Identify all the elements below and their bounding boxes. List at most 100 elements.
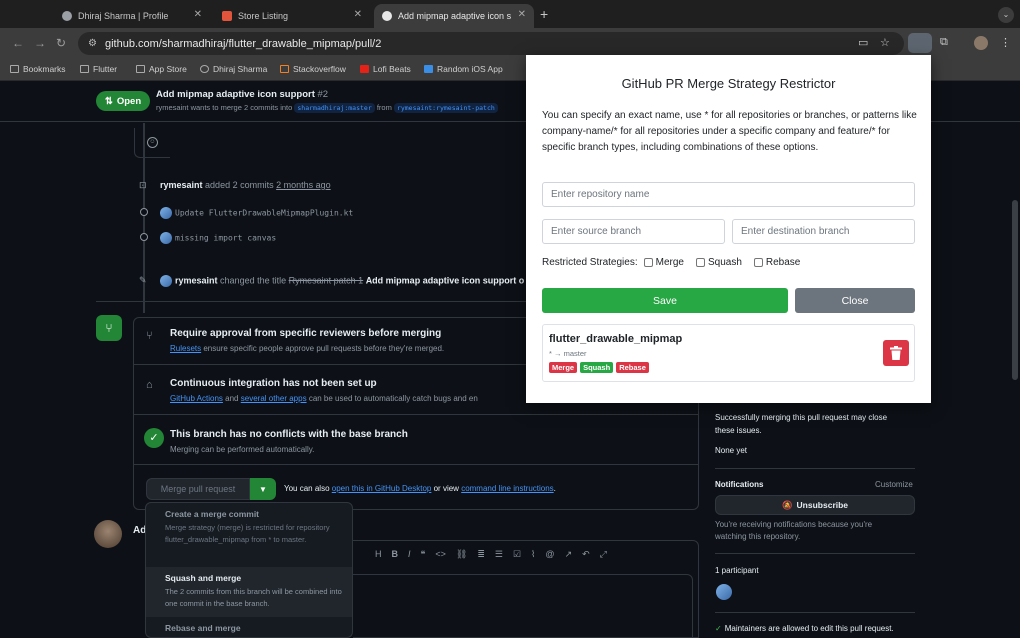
undo-icon[interactable]: ↶ <box>582 549 590 560</box>
attach-icon[interactable]: ⌇ <box>531 549 535 560</box>
event-time[interactable]: 2 months ago <box>276 180 331 190</box>
bullet-list-icon[interactable]: ☰ <box>495 549 503 560</box>
commit-item[interactable]: Update FlutterDrawableMipmapPlugin.kt <box>160 207 353 219</box>
address-bar[interactable]: ⚙ github.com/sharmadhiraj/flutter_drawab… <box>78 32 904 55</box>
merge-checkbox[interactable]: Merge <box>643 257 684 268</box>
avatar[interactable] <box>160 207 172 219</box>
avatar[interactable] <box>94 520 122 548</box>
bookmark-item[interactable]: Stackoverflow <box>280 64 346 74</box>
github-desktop-link[interactable]: open this in GitHub Desktop <box>332 484 432 493</box>
rebase-checkbox[interactable]: Rebase <box>753 257 800 268</box>
close-icon[interactable]: ✕ <box>194 9 202 20</box>
profile-avatar[interactable] <box>974 36 988 50</box>
heading-icon[interactable]: H <box>375 549 382 560</box>
italic-icon[interactable]: I <box>408 549 411 560</box>
save-button[interactable]: Save <box>542 288 788 313</box>
merge-options-dropdown-icon[interactable]: ▼ <box>250 478 276 500</box>
site-info-icon[interactable]: ⚙ <box>88 38 97 49</box>
folder-icon <box>136 65 145 73</box>
code-icon[interactable]: <> <box>435 549 446 560</box>
commit-message[interactable]: Update FlutterDrawableMipmapPlugin.kt <box>175 209 353 218</box>
commit-item[interactable]: missing import canvas <box>160 232 276 244</box>
bookmark-item[interactable]: Lofi Beats <box>360 64 411 74</box>
ci-title: Continuous integration has not been set … <box>170 378 377 389</box>
bookmark-item[interactable]: Random iOS App <box>424 64 503 74</box>
rule-branches: * → master <box>549 349 587 358</box>
tab-search-icon[interactable]: ⌄ <box>998 7 1014 23</box>
reference-icon[interactable]: ↗ <box>565 549 573 560</box>
menu-icon[interactable]: ⋮ <box>1000 36 1011 49</box>
participants-heading: 1 participant <box>715 566 759 575</box>
base-branch[interactable]: sharmadhiraj:master <box>294 103 375 113</box>
event-user[interactable]: rymesaint <box>175 275 218 285</box>
bookmark-item[interactable]: App Store <box>136 64 187 74</box>
linked-issues-text: Successfully merging this pull request m… <box>715 413 888 422</box>
task-list-icon[interactable]: ☑ <box>513 549 521 560</box>
avatar[interactable] <box>160 275 172 287</box>
repository-name-input[interactable] <box>542 182 915 207</box>
checkbox-box[interactable] <box>753 258 763 267</box>
extensions-puzzle-icon[interactable]: ⧉ <box>940 36 948 49</box>
comment-textarea[interactable] <box>353 574 693 638</box>
close-button[interactable]: Close <box>795 288 915 313</box>
popup-description: You can specify an exact name, use * for… <box>542 110 917 153</box>
bookmark-star-icon[interactable]: ☆ <box>880 36 890 49</box>
avatar[interactable] <box>716 584 732 600</box>
link-icon[interactable]: ⛓ <box>456 549 467 560</box>
bookmark-label: Flutter <box>93 64 118 74</box>
other-apps-link[interactable]: several other apps <box>241 394 307 403</box>
reload-icon[interactable]: ↻ <box>56 36 66 50</box>
conflicts-title: This branch has no conflicts with the ba… <box>170 429 408 440</box>
close-icon[interactable]: ✕ <box>354 9 362 20</box>
rule-card: flutter_drawable_mipmap * → master Merge… <box>542 324 915 382</box>
bold-icon[interactable]: B <box>392 549 399 560</box>
close-icon[interactable]: ✕ <box>518 9 526 20</box>
bookmark-label: App Store <box>149 64 187 74</box>
github-actions-link[interactable]: GitHub Actions <box>170 394 223 403</box>
squash-merge-option[interactable]: Squash and merge The 2 commits from this… <box>146 567 352 617</box>
rebase-merge-option[interactable]: Rebase and merge <box>146 617 352 637</box>
commit-message[interactable]: missing import canvas <box>175 234 276 243</box>
merge-commit-option[interactable]: Create a merge commit Merge strategy (me… <box>146 503 352 563</box>
bookmark-item[interactable]: Flutter <box>80 64 117 74</box>
hint-prefix: You can also <box>284 484 330 493</box>
checkbox-box[interactable] <box>695 258 705 267</box>
bookmark-item[interactable]: Dhiraj Sharma <box>200 64 267 74</box>
event-user[interactable]: rymesaint <box>160 180 203 190</box>
fullscreen-icon[interactable]: ⤢ <box>600 549 607 560</box>
merge-pull-request-button[interactable]: Merge pull request <box>146 478 250 500</box>
extension-icon[interactable] <box>908 33 932 53</box>
delete-rule-button[interactable] <box>883 340 909 366</box>
command-line-link[interactable]: command line instructions <box>461 484 553 493</box>
unsubscribe-button[interactable]: 🔕 Unsubscribe <box>715 495 915 515</box>
checkbox-label: Merge <box>655 257 684 268</box>
option-title: Rebase and merge <box>165 623 241 633</box>
unsubscribe-label: Unsubscribe <box>796 500 849 510</box>
bookmark-item[interactable]: Bookmarks <box>10 64 66 74</box>
head-branch[interactable]: rymesaint:rymesaint-patch <box>393 103 498 113</box>
numbered-list-icon[interactable]: ≣ <box>477 549 485 560</box>
page-scrollbar[interactable] <box>1012 200 1018 380</box>
destination-branch-input[interactable] <box>732 219 915 244</box>
tab-pull-request[interactable]: Add mipmap adaptive icon s ✕ <box>374 4 534 28</box>
smiley-icon[interactable]: ☺ <box>147 137 158 148</box>
customize-link[interactable]: Customize <box>875 480 913 489</box>
mention-icon[interactable]: @ <box>545 549 554 560</box>
bell-slash-icon: 🔕 <box>781 499 793 510</box>
back-icon[interactable]: ← <box>12 36 24 50</box>
source-branch-input[interactable] <box>542 219 725 244</box>
checkbox-box[interactable] <box>643 258 653 267</box>
sidebar-divider <box>715 468 915 469</box>
rulesets-link[interactable]: Rulesets <box>170 344 201 353</box>
squash-checkbox[interactable]: Squash <box>695 257 742 268</box>
avatar[interactable] <box>160 232 172 244</box>
install-icon[interactable]: ▭ <box>858 36 868 49</box>
new-tab-button[interactable]: + <box>540 6 548 22</box>
sidebar-divider <box>715 612 915 613</box>
quote-icon[interactable]: ❝ <box>421 549 426 560</box>
tab-profile[interactable]: Dhiraj Sharma | Profile ✕ <box>54 4 210 28</box>
tab-title: Dhiraj Sharma | Profile <box>78 11 169 21</box>
pr-status-label: Open <box>116 95 142 107</box>
forward-icon[interactable]: → <box>34 36 46 50</box>
tab-store-listing[interactable]: Store Listing ✕ <box>214 4 370 28</box>
